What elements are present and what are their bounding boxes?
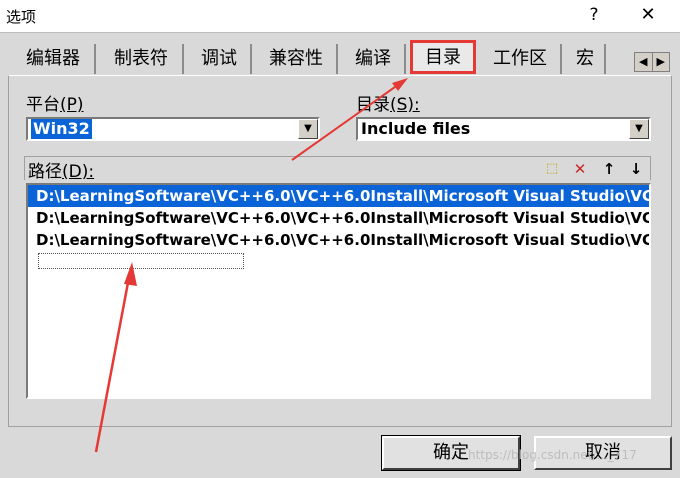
close-button[interactable]: ✕ xyxy=(628,2,668,28)
watermark: https://blog.csdn.net/..._717 xyxy=(468,448,637,462)
chevron-down-icon[interactable]: ▼ xyxy=(298,119,318,139)
title-bar: 选项 ? ✕ xyxy=(0,0,680,32)
tab-scroll-right-icon[interactable]: ▶ xyxy=(653,53,670,71)
list-item[interactable]: D:\LearningSoftware\VC++6.0\VC++6.0Insta… xyxy=(28,207,649,229)
platform-value: Win32 xyxy=(31,119,92,139)
platform-select[interactable]: Win32 ▼ xyxy=(26,117,320,141)
tab-workspace[interactable]: 工作区 xyxy=(480,44,562,74)
path-list[interactable]: D:\LearningSoftware\VC++6.0\VC++6.0Insta… xyxy=(26,183,651,399)
tab-editor[interactable]: 编辑器 xyxy=(12,44,96,74)
tab-scroll-left-icon[interactable]: ◀ xyxy=(635,53,653,71)
tab-macros[interactable]: 宏 xyxy=(566,44,606,74)
tab-debug[interactable]: 调试 xyxy=(188,44,252,74)
directory-label: 目录(S): xyxy=(356,95,420,115)
delete-icon[interactable]: ✕ xyxy=(571,160,589,178)
list-item[interactable]: D:\LearningSoftware\VC++6.0\VC++6.0Insta… xyxy=(28,229,649,251)
help-button[interactable]: ? xyxy=(582,2,606,28)
tab-strip: 编辑器 制表符 调试 兼容性 编译 目录 工作区 宏 xyxy=(8,40,672,76)
move-up-icon[interactable]: ↑ xyxy=(600,160,618,178)
platform-label: 平台(P) xyxy=(26,95,84,115)
new-entry-slot[interactable] xyxy=(38,253,244,269)
chevron-down-icon[interactable]: ▼ xyxy=(629,119,649,139)
tab-directories[interactable]: 目录 xyxy=(410,40,476,74)
list-item[interactable]: D:\LearningSoftware\VC++6.0\VC++6.0Insta… xyxy=(28,185,649,207)
move-down-icon[interactable]: ↓ xyxy=(627,160,645,178)
tab-build[interactable]: 编译 xyxy=(342,44,406,74)
tab-compatibility[interactable]: 兼容性 xyxy=(256,44,338,74)
directory-select[interactable]: Include files ▼ xyxy=(356,117,651,141)
directory-value: Include files xyxy=(361,119,471,138)
window-title: 选项 xyxy=(6,8,37,26)
new-folder-icon[interactable]: ⬚ xyxy=(543,160,561,178)
tab-scroll-buttons: ◀ ▶ xyxy=(634,52,670,72)
paths-label: 路径(D): xyxy=(28,162,95,182)
tab-tabs[interactable]: 制表符 xyxy=(100,44,184,74)
